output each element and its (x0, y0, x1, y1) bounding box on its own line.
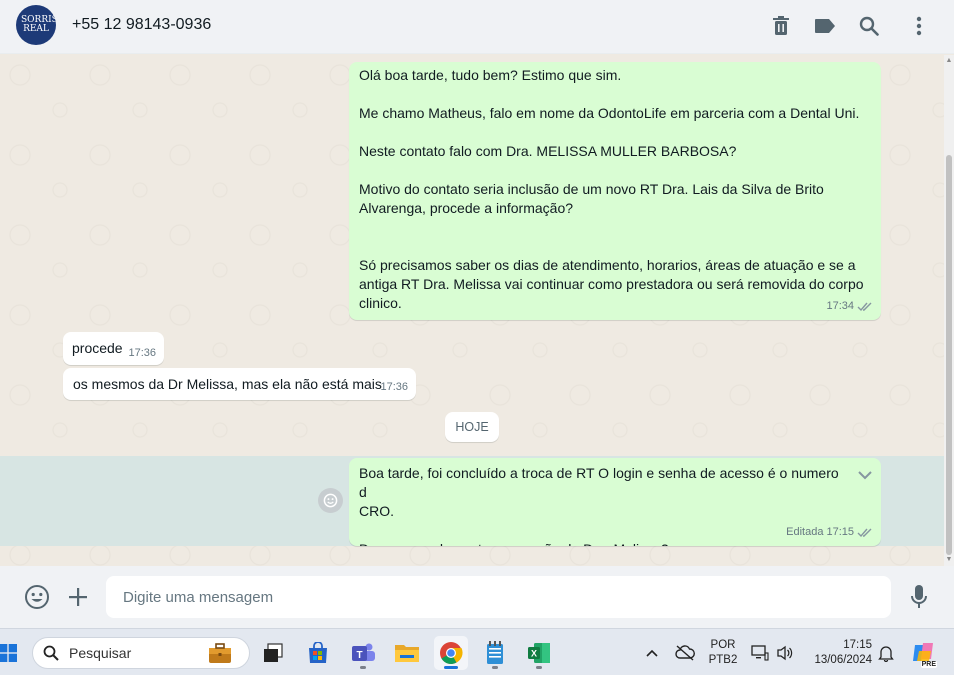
message-input[interactable] (106, 576, 891, 618)
svg-text:T: T (356, 650, 362, 661)
message-text: Boa tarde, foi concluído a troca de RT O… (359, 465, 839, 546)
message-incoming[interactable]: os mesmos da Dr Melissa, mas ela não est… (63, 368, 416, 400)
running-indicator (492, 666, 498, 669)
edited-label: Editada (786, 526, 824, 538)
taskbar-search[interactable]: Pesquisar (32, 637, 250, 669)
message-meta: 17:36 (380, 378, 408, 397)
file-explorer-icon[interactable] (390, 636, 424, 670)
menu-icon[interactable] (907, 14, 931, 38)
network-icon[interactable] (748, 636, 772, 670)
message-time: 17:34 (826, 300, 854, 312)
avatar[interactable]: SORRISO REAL (16, 5, 56, 45)
system-clock[interactable]: 17:15 13/06/2024 (802, 638, 880, 668)
keyboard-layout: PTB2 (708, 654, 738, 666)
chat-scrollbar[interactable]: ▲ ▼ (944, 55, 954, 566)
onedrive-offline-icon[interactable] (671, 636, 699, 670)
search-placeholder: Pesquisar (69, 645, 132, 661)
running-indicator (536, 666, 542, 669)
running-indicator (360, 666, 366, 669)
svg-text:X: X (531, 649, 537, 659)
active-indicator (444, 666, 458, 669)
preview-badge: PRE (920, 661, 937, 668)
copilot-icon[interactable]: PRE (908, 636, 940, 670)
message-text: Olá boa tarde, tudo bem? Estimo que sim.… (359, 67, 864, 311)
scroll-thumb[interactable] (946, 155, 952, 555)
message-time: 17:15 (826, 526, 854, 538)
briefcase-icon (207, 641, 233, 665)
search-icon[interactable] (857, 14, 881, 38)
contact-name[interactable]: +55 12 98143-0936 (72, 16, 211, 34)
message-text: procede (72, 340, 123, 356)
trash-icon[interactable] (769, 14, 793, 38)
search-icon (43, 645, 59, 661)
teams-icon[interactable]: T (346, 636, 380, 670)
volume-icon[interactable] (773, 636, 797, 670)
message-text: os mesmos da Dr Melissa, mas ela não est… (73, 376, 382, 392)
chrome-icon[interactable] (434, 636, 468, 670)
keyboard-language[interactable]: POR PTB2 (706, 638, 740, 668)
message-incoming[interactable]: procede 17:36 (63, 332, 164, 365)
attach-plus-icon[interactable] (65, 584, 91, 610)
notepad-icon[interactable] (478, 636, 512, 670)
clock-time: 17:15 (843, 639, 872, 651)
date-divider: HOJE (445, 412, 499, 442)
windows-start-icon[interactable] (0, 636, 22, 670)
message-time: 17:36 (380, 381, 408, 393)
message-meta: 17:34 (826, 297, 873, 316)
scroll-up-arrow[interactable]: ▲ (945, 57, 953, 65)
windows-taskbar: Pesquisar T X POR PTB2 17:15 13/06/2024 … (0, 628, 954, 675)
message-time: 17:36 (128, 347, 156, 359)
chat-area: Olá boa tarde, tudo bem? Estimo que sim.… (0, 55, 944, 566)
message-outgoing[interactable]: Olá boa tarde, tudo bem? Estimo que sim.… (349, 62, 881, 320)
tray-overflow-chevron-icon[interactable] (638, 636, 666, 670)
avatar-logo: SORRISO REAL (21, 15, 56, 34)
double-check-icon (857, 528, 872, 537)
message-menu-chevron-icon[interactable] (857, 466, 873, 485)
chat-header: SORRISO REAL +55 12 98143-0936 (0, 0, 954, 54)
label-icon[interactable] (813, 14, 837, 38)
microphone-icon[interactable] (906, 584, 932, 610)
emoji-icon[interactable] (24, 584, 50, 610)
message-composer (0, 566, 954, 628)
clock-date: 13/06/2024 (814, 654, 872, 666)
message-meta: 17:36 (128, 344, 156, 363)
excel-icon[interactable]: X (522, 636, 556, 670)
language-code: POR (710, 639, 736, 651)
message-outgoing[interactable]: Boa tarde, foi concluído a troca de RT O… (349, 458, 881, 546)
message-meta: Editada 17:15 (786, 523, 873, 542)
scroll-down-arrow[interactable]: ▼ (945, 556, 953, 564)
react-emoji-button[interactable] (318, 488, 343, 513)
task-view-icon[interactable] (256, 636, 290, 670)
microsoft-store-icon[interactable] (301, 636, 335, 670)
notification-bell-icon[interactable] (874, 636, 898, 670)
double-check-icon (857, 302, 872, 311)
